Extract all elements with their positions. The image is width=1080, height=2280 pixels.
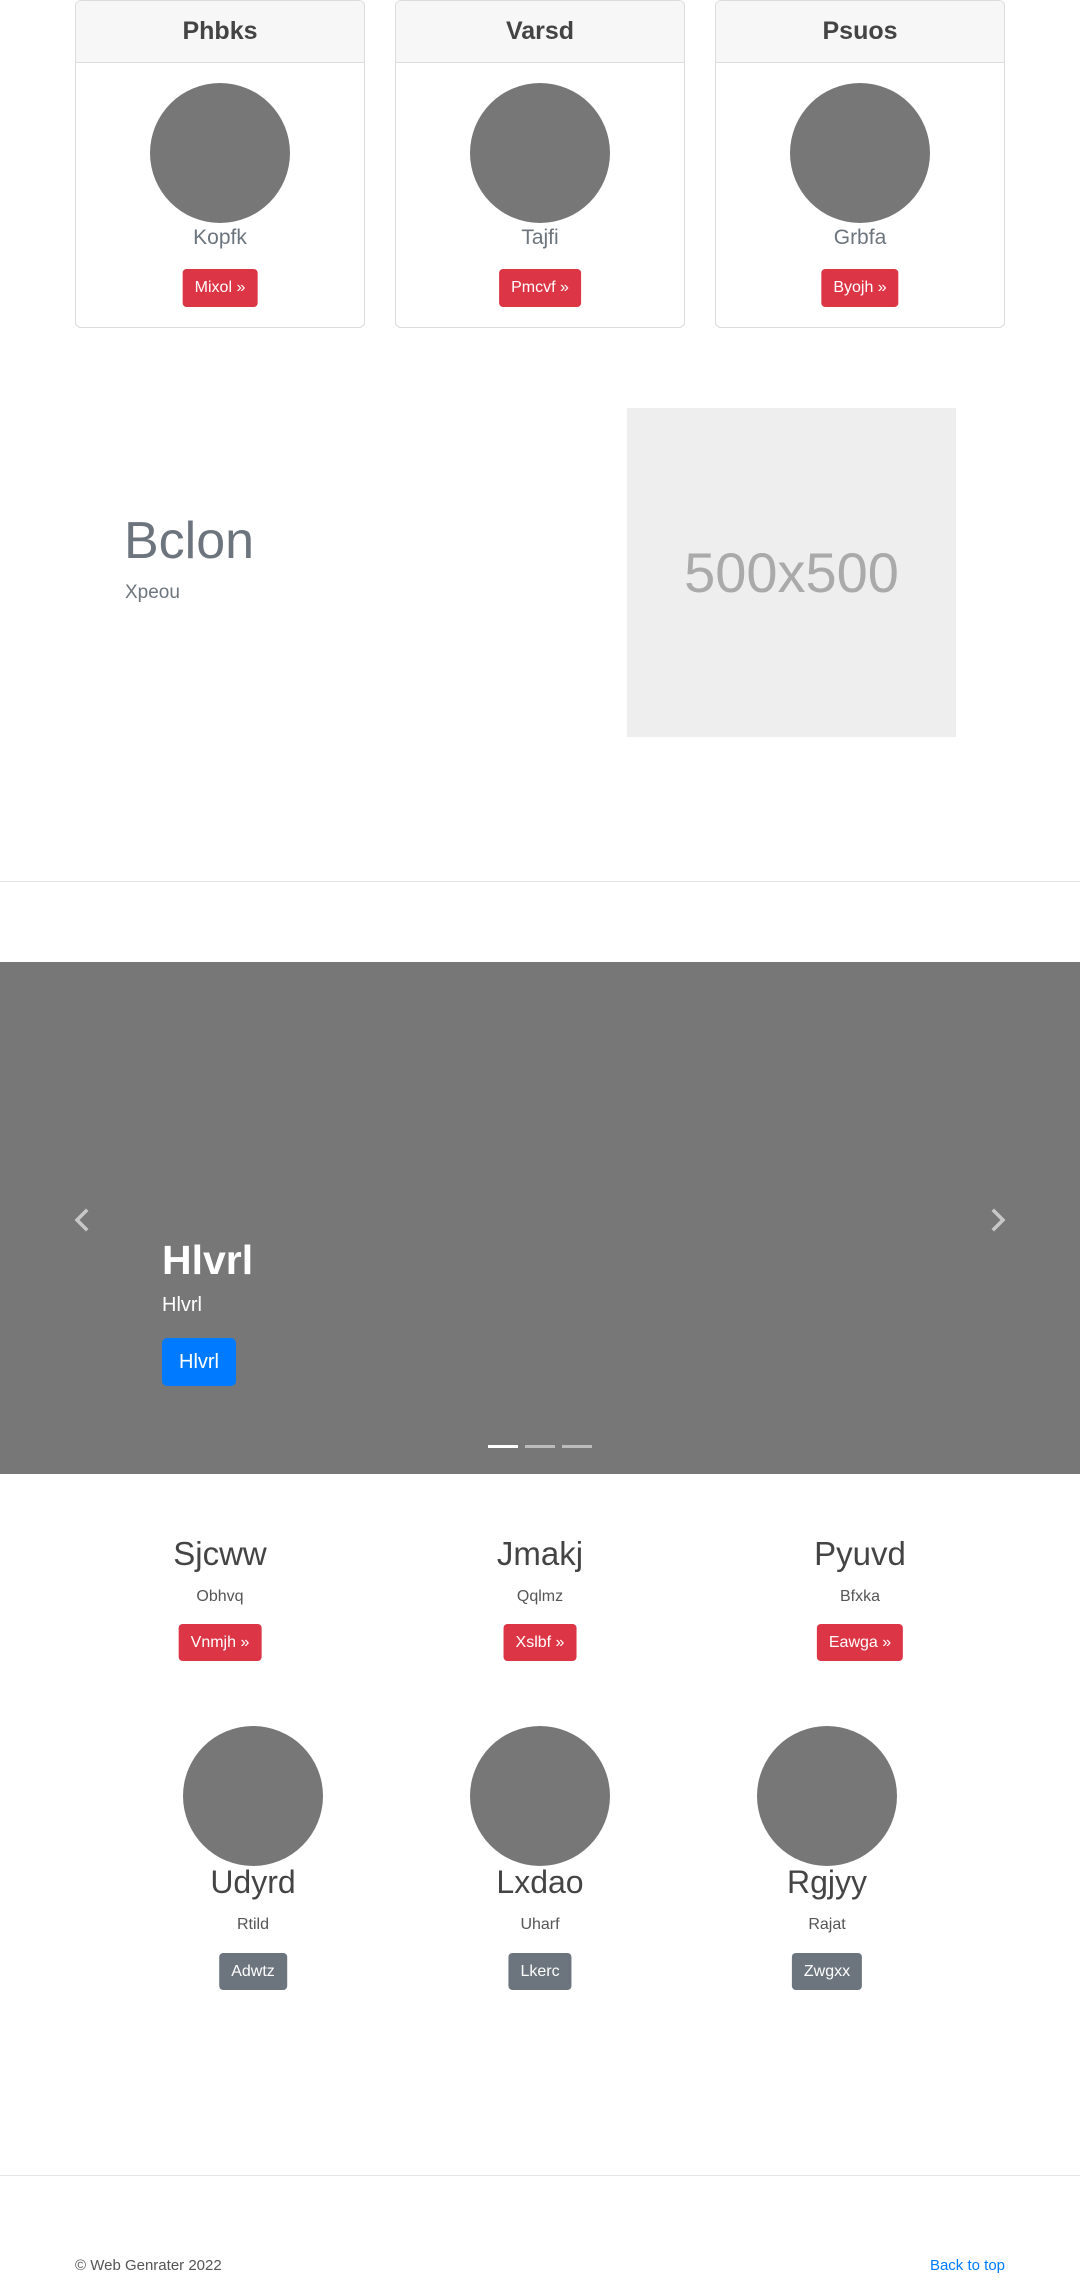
avatar xyxy=(470,83,610,223)
carousel-indicator[interactable] xyxy=(562,1445,592,1448)
divider xyxy=(0,2175,1080,2176)
team-member-name: Lxdao xyxy=(496,1864,584,1900)
team-member-button[interactable]: Adwtz xyxy=(219,1953,287,1990)
avatar xyxy=(183,1726,323,1866)
card-title: Phbks xyxy=(76,1,364,63)
team-member-name: Rgjyy xyxy=(786,1864,867,1900)
column-text: Qqlmz xyxy=(516,1588,564,1605)
feature-heading: Bclon xyxy=(124,512,255,570)
team-member-button[interactable]: Lkerc xyxy=(508,1953,572,1990)
column-button[interactable]: Xslbf » xyxy=(503,1624,577,1661)
footer-copyright: © Web Genrater 2022 xyxy=(75,2257,222,2274)
team-member-role: Rajat xyxy=(808,1916,846,1933)
card: Psuos Grbfa Byojh » xyxy=(715,0,1005,328)
column-heading: Sjcww xyxy=(173,1535,267,1572)
team-member-name: Udyrd xyxy=(210,1864,296,1900)
card-button[interactable]: Pmcvf » xyxy=(499,269,581,307)
column-button[interactable]: Eawga » xyxy=(816,1624,904,1661)
card-button[interactable]: Byojh » xyxy=(821,269,899,307)
carousel-title: Hlvrl xyxy=(162,1237,254,1283)
placeholder-image: 500x500 xyxy=(627,408,956,737)
feature-lead: Xpeou xyxy=(125,582,180,603)
avatar xyxy=(757,1726,897,1866)
card-group: Phbks Kopfk Mixol » Varsd Tajfi Pmcvf » … xyxy=(75,0,1005,328)
card-body: Kopfk Mixol » xyxy=(76,63,364,327)
card-button[interactable]: Mixol » xyxy=(182,269,258,307)
column-heading: Jmakj xyxy=(496,1535,584,1572)
placeholder-image-label: 500x500 xyxy=(684,541,899,604)
card-body: Tajfi Pmcvf » xyxy=(396,63,684,327)
column-text: Obhvq xyxy=(196,1588,244,1605)
carousel-caption: Hlvrl xyxy=(162,1294,202,1316)
chevron-left-icon[interactable] xyxy=(69,1207,95,1233)
carousel-indicator[interactable] xyxy=(488,1445,518,1448)
avatar xyxy=(790,83,930,223)
card-name: Grbfa xyxy=(833,226,887,249)
back-to-top-link[interactable]: Back to top xyxy=(930,2257,1005,2274)
card-title: Varsd xyxy=(396,1,684,63)
avatar xyxy=(150,83,290,223)
column-heading: Pyuvd xyxy=(814,1535,906,1572)
card-name: Kopfk xyxy=(193,226,247,249)
carousel-button[interactable]: Hlvrl xyxy=(162,1338,236,1386)
avatar xyxy=(470,1726,610,1866)
team-member-role: Rtild xyxy=(236,1916,269,1933)
column-text: Bfxka xyxy=(839,1588,880,1605)
card: Varsd Tajfi Pmcvf » xyxy=(395,0,685,328)
card-body: Grbfa Byojh » xyxy=(716,63,1004,327)
chevron-right-icon[interactable] xyxy=(985,1207,1011,1233)
team-member-role: Uharf xyxy=(520,1916,560,1933)
carousel: Hlvrl Hlvrl Hlvrl xyxy=(0,962,1080,1474)
column-button[interactable]: Vnmjh » xyxy=(178,1624,262,1661)
card-name: Tajfi xyxy=(521,226,559,249)
divider xyxy=(0,881,1080,882)
card: Phbks Kopfk Mixol » xyxy=(75,0,365,328)
carousel-indicator[interactable] xyxy=(525,1445,555,1448)
team-member-button[interactable]: Zwgxx xyxy=(791,1953,863,1990)
card-title: Psuos xyxy=(716,1,1004,63)
